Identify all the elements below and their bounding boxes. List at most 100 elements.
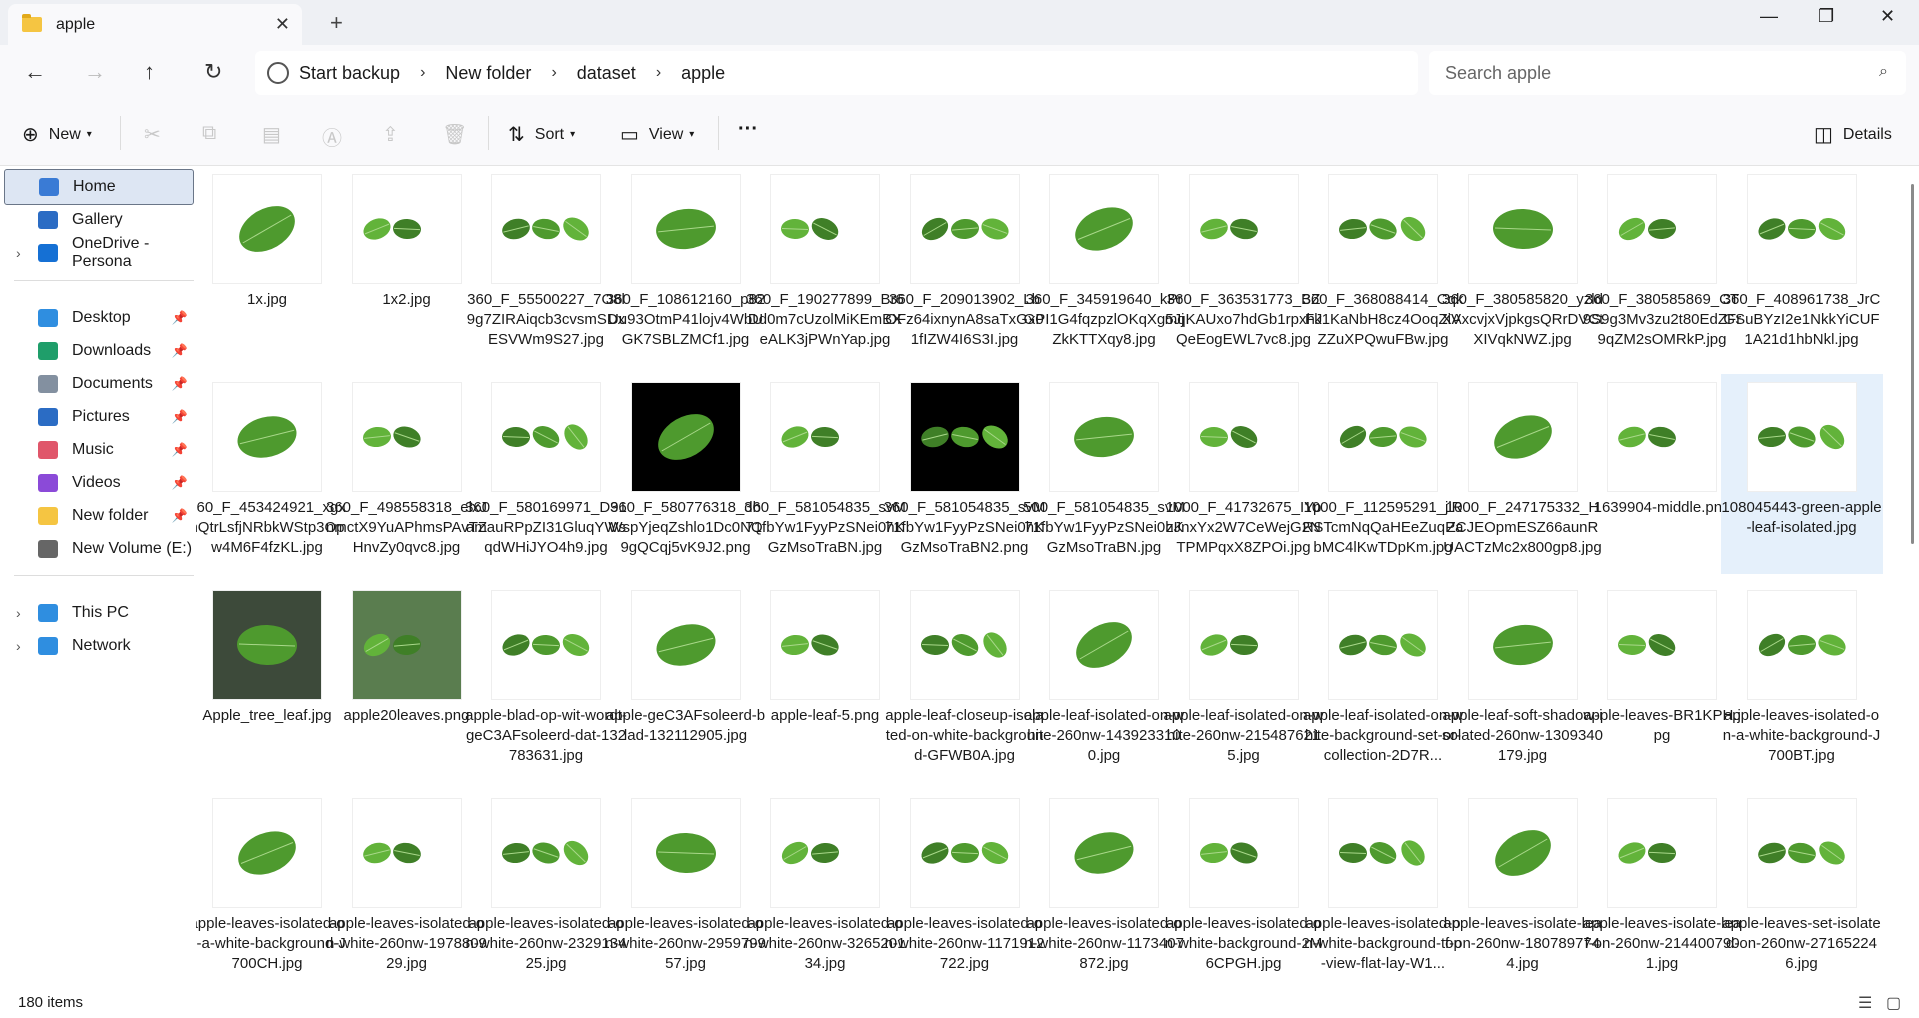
sidebar-item-home[interactable]: Home [4, 169, 194, 205]
rename-icon[interactable]: Ⓐ [322, 122, 352, 151]
file-item[interactable]: 360_F_581054835_svM71fbYw1FyyPzSNei0hKGz… [744, 374, 906, 574]
up-button[interactable]: ↑ [144, 59, 155, 85]
file-item[interactable]: 360_F_380585869_CT9S9g3Mv3zu2t80EdZFr9qZ… [1581, 166, 1743, 366]
forward-button[interactable]: → [84, 59, 106, 85]
sidebar-item-documents[interactable]: Documents 📌 [4, 366, 194, 402]
sidebar-item-new-volume-e[interactable]: New Volume (E:) [4, 531, 194, 567]
file-name: apple-leaf-soft-shadow-isolated-260nw-13… [1442, 707, 1603, 764]
sidebar-item-pictures[interactable]: Pictures 📌 [4, 399, 194, 435]
sidebar-item-desktop[interactable]: Desktop 📌 [4, 300, 194, 336]
chevron-right-icon[interactable]: › [16, 638, 21, 654]
file-item[interactable]: apple20leaves.png [326, 582, 488, 782]
vertical-scrollbar[interactable] [1906, 166, 1919, 988]
file-item[interactable]: 360_F_209013902_LbOFz64ixnynA8saTxGx01fI… [884, 166, 1046, 366]
sidebar-item-videos[interactable]: Videos 📌 [4, 465, 194, 501]
file-item[interactable]: 1000_F_112595291_jiRRSTcmNqQaHEeZuqPabMC… [1302, 374, 1464, 574]
details-view-toggle-icon[interactable]: ☰ [1858, 993, 1872, 1013]
search-input[interactable]: Search apple ⌕ [1429, 51, 1906, 95]
scrollbar-thumb[interactable] [1911, 184, 1914, 544]
file-item[interactable]: 1639904-middle.png [1581, 374, 1743, 574]
file-item[interactable]: apple-leaves-isolate-leaf-on-260nw-18078… [1442, 790, 1604, 988]
share-icon[interactable]: ⇪ [382, 122, 409, 147]
breadcrumb-apple[interactable]: apple [681, 63, 725, 84]
file-item[interactable]: apple-leaves-isolated-on-white-backgroun… [1163, 790, 1325, 988]
file-item[interactable]: apple-leaves-isolated-on-white-backgroun… [1302, 790, 1464, 988]
sidebar-item-onedrive-persona[interactable]: › OneDrive - Persona [4, 235, 194, 271]
sort-button[interactable]: ⇅ Sort ▾ [508, 122, 575, 147]
file-item[interactable]: apple-leaves-BR1KPH.jpg [1581, 582, 1743, 782]
file-item[interactable]: 360_F_190277899_Br6Dd0m7cUzolMiKEmBXeALK… [744, 166, 906, 366]
file-item[interactable]: apple-leaf-closeup-isolated-on-white-bac… [884, 582, 1046, 782]
file-item[interactable]: apple-leaf-5.png [744, 582, 906, 782]
file-item[interactable]: apple-leaves-isolate-leaf-on-260nw-21440… [1581, 790, 1743, 988]
sidebar-item-downloads[interactable]: Downloads 📌 [4, 333, 194, 369]
file-item[interactable]: apple-leaves-isolated-on-white-260nw-326… [744, 790, 906, 988]
file-item[interactable]: 360_F_580776318_dbWspYjeqZshlo1Dc0NQ9gQC… [605, 374, 767, 574]
backup-icon [267, 62, 289, 84]
view-button[interactable]: ▭ View ▾ [620, 122, 694, 147]
file-item[interactable]: apple-leaves-isolated-on-white-260nw-197… [326, 790, 488, 988]
refresh-button[interactable]: ↻ [204, 59, 222, 85]
address-bar[interactable]: Start backup › New folder › dataset › ap… [255, 51, 1418, 95]
file-item[interactable]: apple-leaf-isolated-on-white-260nw-14392… [1023, 582, 1185, 782]
sidebar-item-gallery[interactable]: Gallery [4, 202, 194, 238]
tab-close-button[interactable]: ✕ [275, 14, 290, 35]
maximize-button[interactable]: ❐ [1818, 6, 1834, 27]
file-item[interactable]: 360_F_581054835_svM71fbYw1FyyPzSNei0hKGz… [884, 374, 1046, 574]
file-item[interactable]: apple-leaves-isolated-on-white-260nw-232… [465, 790, 627, 988]
file-item[interactable]: 360_F_363531773_BZmqKAUxo7hdGb1rpxhJQeEo… [1163, 166, 1325, 366]
tab-apple[interactable]: apple ✕ [8, 4, 302, 45]
file-item[interactable]: apple-geC3AFsoleerd-blad-132112905.jpg [605, 582, 767, 782]
new-tab-button[interactable]: + [330, 10, 343, 36]
navigation-pane: Home Gallery › OneDrive - Persona Desktop 📌 Do… [0, 166, 196, 988]
file-item[interactable]: apple-leaf-isolated-on-white-background-… [1302, 582, 1464, 782]
file-item[interactable]: apple-leaves-isolated-on-a-white-backgro… [1721, 582, 1883, 782]
leaf-thumbnail-image [351, 174, 462, 284]
breadcrumb-dataset[interactable]: dataset [577, 63, 636, 84]
file-item[interactable]: apple-leaf-soft-shadow-isolated-260nw-13… [1442, 582, 1604, 782]
sidebar-item-network[interactable]: › Network [4, 628, 194, 664]
file-item[interactable]: 360_F_408961738_JrCGSuBYzI2e1NkkYiCUF1A2… [1721, 166, 1883, 366]
sidebar-item-new-folder[interactable]: New folder 📌 [4, 498, 194, 534]
details-button[interactable]: ◫ Details [1814, 122, 1892, 147]
sidebar-item-music[interactable]: Music 📌 [4, 432, 194, 468]
chevron-right-icon[interactable]: › [16, 245, 21, 261]
file-item[interactable]: 1000_F_41732675_IYpzJnxYx2W7CeWejG2NTPMP… [1163, 374, 1325, 574]
chevron-right-icon[interactable]: › [420, 64, 425, 82]
file-item[interactable]: 360_F_55500227_7O8l9g7ZIRAiqcb3cvsmSDxES… [465, 166, 627, 366]
file-item[interactable]: 360_F_580169971_D91amauRPpZI31GluqYWsqdW… [465, 374, 627, 574]
copy-icon[interactable]: ⧉ [202, 122, 226, 145]
file-item[interactable]: 500_F_581054835_svM71fbYw1FyyPzSNei0hKGz… [1023, 374, 1185, 574]
file-item[interactable]: apple-blad-op-wit-wordt-geC3AFsoleerd-da… [465, 582, 627, 782]
sidebar-item-this-pc[interactable]: › This PC [4, 595, 194, 631]
file-item[interactable]: 1000_F_247175332_HZCJEOpmESZ66aunRUACTzM… [1442, 374, 1604, 574]
chevron-right-icon[interactable]: › [656, 64, 661, 82]
minimize-button[interactable]: — [1760, 6, 1778, 27]
file-item[interactable]: 1x2.jpg [326, 166, 488, 366]
tiles-view-toggle-icon[interactable]: ▢ [1886, 993, 1901, 1013]
file-item[interactable]: 360_F_498558318_elxJnmctX9YuAPhmsPAvTZHn… [326, 374, 488, 574]
view-icon: ▭ [620, 124, 639, 146]
file-item[interactable]: apple-leaves-isolated-on-white-260nw-117… [1023, 790, 1185, 988]
new-button[interactable]: ⊕ New ▾ [22, 122, 92, 147]
file-item[interactable]: apple-leaves-isolated-on-white-260nw-117… [884, 790, 1046, 988]
file-item[interactable]: apple-leaf-isolated-on-white-260nw-21548… [1163, 582, 1325, 782]
chevron-right-icon[interactable]: › [16, 605, 21, 621]
file-name: apple-leaf-closeup-isolated-on-white-bac… [885, 707, 1044, 764]
chevron-right-icon[interactable]: › [551, 64, 556, 82]
file-item[interactable]: apple-leaves-set-isolated-on-260nw-27165… [1721, 790, 1883, 988]
file-item[interactable]: 108045443-green-apple-leaf-isolated.jpg [1720, 374, 1883, 574]
back-button[interactable]: ← [24, 59, 46, 85]
delete-icon[interactable]: 🗑 [442, 122, 477, 147]
breadcrumb-new-folder[interactable]: New folder [445, 63, 531, 84]
close-window-button[interactable]: ✕ [1880, 6, 1895, 27]
file-item[interactable]: 360_F_345919640_kPrGPI1G4fqzpzlOKqXg5JjZ… [1023, 166, 1185, 366]
paste-icon[interactable]: ▤ [262, 122, 291, 147]
cut-icon[interactable]: ✂ [144, 122, 171, 147]
file-item[interactable]: 360_F_380585820_yzldXAxcvjxVjpkgsQRrDVCt… [1442, 166, 1604, 366]
more-options-button[interactable]: ··· [738, 118, 758, 141]
file-item[interactable]: 360_F_108612160_p82Uu93OtmP41lojv4WbUGK7… [605, 166, 767, 366]
file-item[interactable]: 360_F_368088414_CqkFk1KaNbH8cz4OoqZiVZZu… [1302, 166, 1464, 366]
start-backup-button[interactable]: Start backup [267, 62, 400, 84]
file-item[interactable]: apple-leaves-isolated-on-white-260nw-295… [605, 790, 767, 988]
